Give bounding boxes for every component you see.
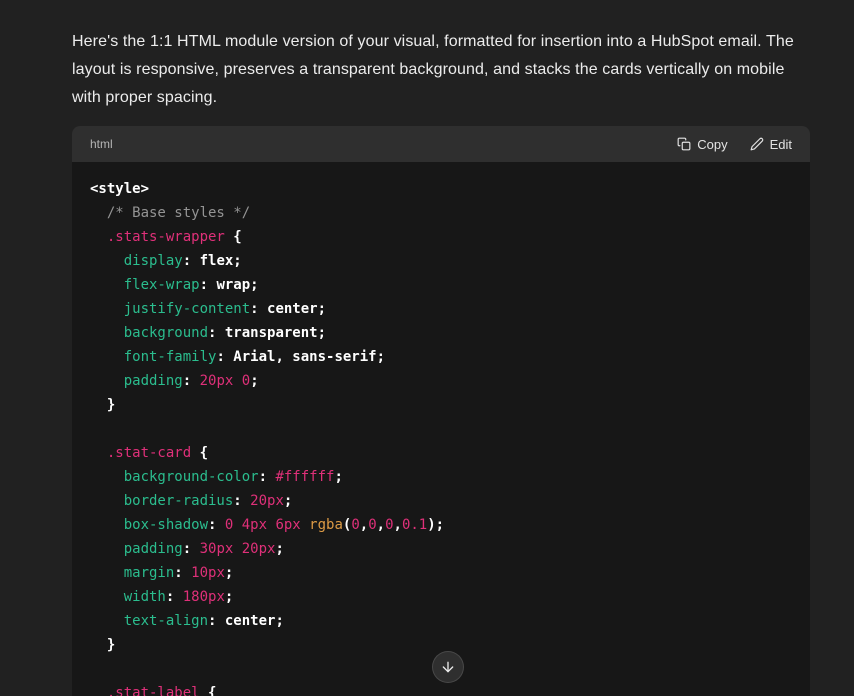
assistant-message: Here's the 1:1 HTML module version of yo… xyxy=(72,28,798,112)
scroll-to-bottom-button[interactable] xyxy=(432,651,464,683)
edit-icon xyxy=(750,137,764,151)
code-line: background-color: #ffffff; xyxy=(90,465,792,489)
code-line: justify-content: center; xyxy=(90,297,792,321)
down-arrow-icon xyxy=(440,659,456,675)
edit-button-label: Edit xyxy=(770,137,792,152)
code-line: box-shadow: 0 4px 6px rgba(0,0,0,0.1); xyxy=(90,513,792,537)
code-line: } xyxy=(90,393,792,417)
code-line: padding: 30px 20px; xyxy=(90,537,792,561)
code-line: margin: 10px; xyxy=(90,561,792,585)
code-line: flex-wrap: wrap; xyxy=(90,273,792,297)
code-line: background: transparent; xyxy=(90,321,792,345)
code-line: .stat-label { xyxy=(90,681,792,696)
code-line: text-align: center; xyxy=(90,609,792,633)
code-line: .stat-card { xyxy=(90,441,792,465)
copy-button-label: Copy xyxy=(697,137,727,152)
code-line xyxy=(90,417,792,441)
code-language-label: html xyxy=(90,137,113,151)
code-line: font-family: Arial, sans-serif; xyxy=(90,345,792,369)
code-line: border-radius: 20px; xyxy=(90,489,792,513)
code-line: /* Base styles */ xyxy=(90,201,792,225)
code-line: display: flex; xyxy=(90,249,792,273)
code-line: .stats-wrapper { xyxy=(90,225,792,249)
code-block: html Copy xyxy=(72,126,810,696)
chat-page: Here's the 1:1 HTML module version of yo… xyxy=(0,0,854,696)
code-block-header: html Copy xyxy=(72,126,810,162)
code-line: <style> xyxy=(90,177,792,201)
code-line: padding: 20px 0; xyxy=(90,369,792,393)
code-line: width: 180px; xyxy=(90,585,792,609)
edit-button[interactable]: Edit xyxy=(750,137,792,152)
copy-button[interactable]: Copy xyxy=(677,137,727,152)
code-content[interactable]: <style> /* Base styles */ .stats-wrapper… xyxy=(72,162,810,696)
code-header-actions: Copy Edit xyxy=(677,137,792,152)
copy-icon xyxy=(677,137,691,151)
